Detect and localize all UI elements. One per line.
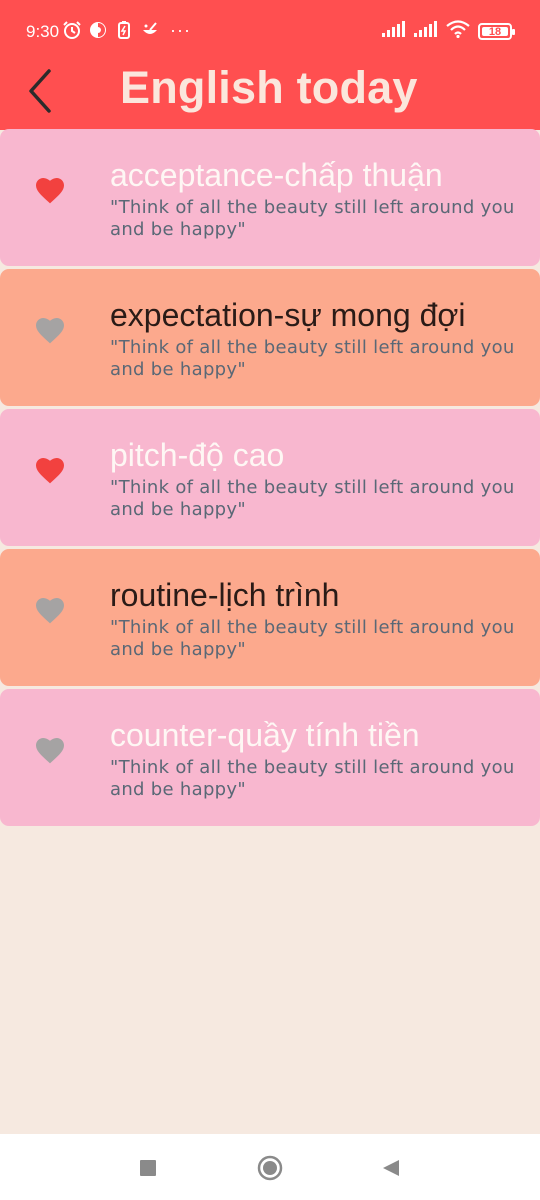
heart-icon[interactable] <box>34 735 66 765</box>
circle-icon <box>257 1155 283 1181</box>
word-list: acceptance-chấp thuận "Think of all the … <box>0 129 540 829</box>
triangle-left-icon <box>383 1160 399 1176</box>
system-navigation-bar <box>0 1134 540 1200</box>
battery-icon: 18 <box>478 23 515 40</box>
home-button[interactable] <box>255 1154 285 1182</box>
signal-icon-2 <box>414 21 438 42</box>
cleaner-icon <box>140 20 160 40</box>
word-title: pitch-độ cao <box>110 437 285 473</box>
word-card[interactable]: expectation-sự mong đợi "Think of all th… <box>0 269 540 406</box>
word-card[interactable]: acceptance-chấp thuận "Think of all the … <box>0 129 540 266</box>
page-title: English today <box>120 62 418 113</box>
word-card[interactable]: pitch-độ cao "Think of all the beauty st… <box>0 409 540 546</box>
battery-level: 18 <box>488 25 502 38</box>
alarm-icon <box>62 20 82 40</box>
battery-saver-icon <box>114 20 134 40</box>
status-time: 9:30 <box>26 22 60 41</box>
word-card[interactable]: counter-quầy tính tiền "Think of all the… <box>0 689 540 826</box>
word-title: acceptance-chấp thuận <box>110 157 443 193</box>
word-quote: "Think of all the beauty still left arou… <box>110 617 515 660</box>
signal-icon <box>382 21 406 42</box>
status-bar: 9:30 ··· 18 <box>0 0 540 60</box>
word-quote: "Think of all the beauty still left arou… <box>110 757 515 800</box>
data-saver-icon <box>88 20 108 40</box>
word-quote: "Think of all the beauty still left arou… <box>110 477 515 520</box>
word-title: routine-lịch trình <box>110 577 340 613</box>
heart-icon[interactable] <box>34 175 66 205</box>
status-notification-icons <box>62 20 160 40</box>
word-quote: "Think of all the beauty still left arou… <box>110 197 515 240</box>
square-icon <box>140 1160 156 1176</box>
wifi-icon <box>446 20 470 43</box>
word-title: counter-quầy tính tiền <box>110 717 420 753</box>
nav-back-button[interactable] <box>376 1154 406 1182</box>
word-card[interactable]: routine-lịch trình "Think of all the bea… <box>0 549 540 686</box>
app-bar: English today <box>0 60 540 130</box>
heart-icon[interactable] <box>34 595 66 625</box>
word-title: expectation-sự mong đợi <box>110 297 466 333</box>
recents-button[interactable] <box>133 1154 163 1182</box>
heart-icon[interactable] <box>34 455 66 485</box>
status-system-icons: 18 <box>382 20 515 43</box>
more-notifications-icon: ··· <box>170 20 191 40</box>
header: 9:30 ··· 18 English today <box>0 0 540 130</box>
chevron-left-icon <box>29 69 51 113</box>
heart-icon[interactable] <box>34 315 66 345</box>
word-quote: "Think of all the beauty still left arou… <box>110 337 515 380</box>
back-button[interactable] <box>18 66 62 116</box>
